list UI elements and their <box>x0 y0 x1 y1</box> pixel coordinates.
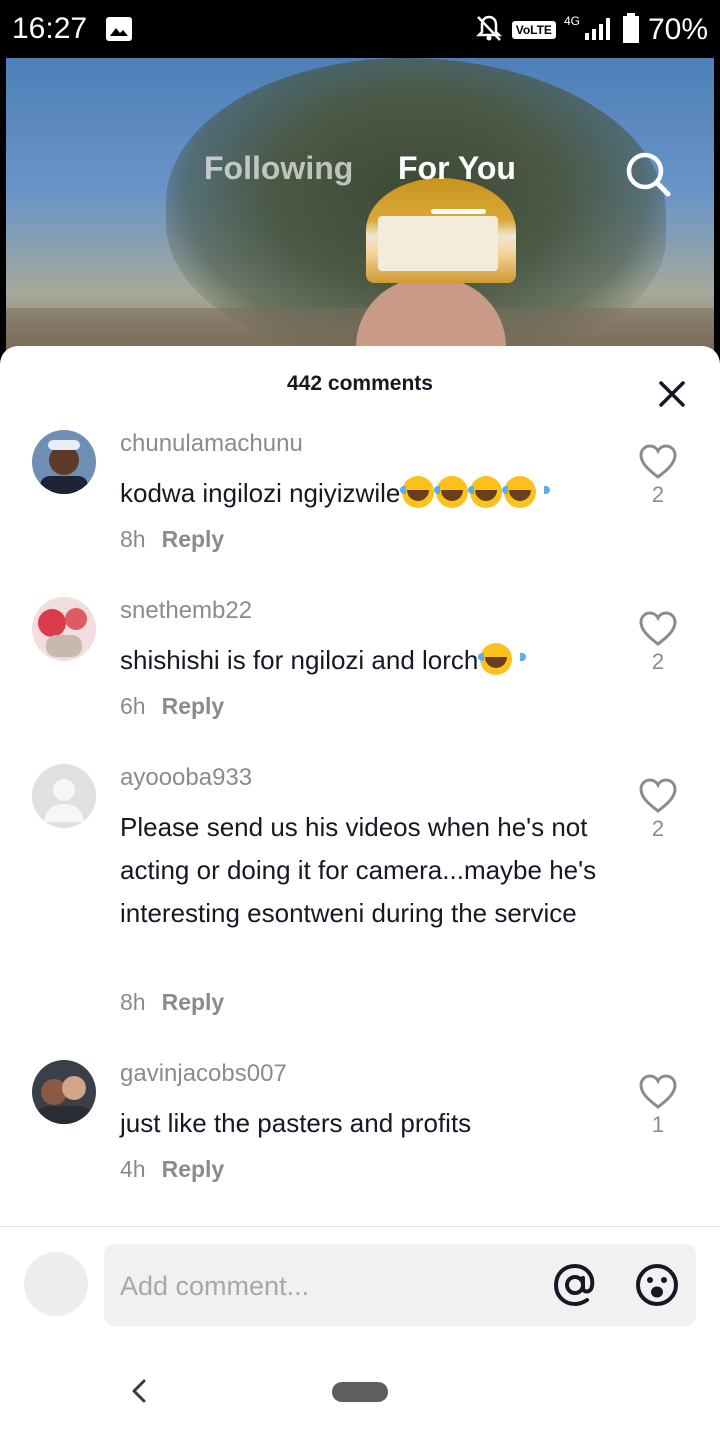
heart-icon[interactable] <box>638 442 678 482</box>
heart-icon[interactable] <box>638 609 678 649</box>
avatar[interactable] <box>32 1060 96 1124</box>
gallery-icon <box>106 17 132 41</box>
avatar[interactable] <box>32 430 96 494</box>
comment-text: Please send us his videos when he's not … <box>120 812 597 928</box>
status-time: 16:27 <box>12 12 88 45</box>
close-icon[interactable] <box>656 378 688 410</box>
emoji-icon[interactable] <box>634 1262 680 1308</box>
feed-tabs: Following For You <box>6 150 714 214</box>
comment-meta: 4h Reply <box>120 1156 224 1183</box>
comment-text: just like the pasters and profits <box>120 1108 472 1138</box>
laughing-emoji-icon <box>502 476 551 508</box>
reply-button[interactable]: Reply <box>162 693 225 719</box>
comment-input[interactable] <box>120 1266 520 1306</box>
reply-button[interactable]: Reply <box>162 526 225 552</box>
comments-sheet: 442 comments chunulamachunu kodwa ingilo… <box>0 346 720 1440</box>
like-count: 2 <box>651 649 665 674</box>
heart-icon[interactable] <box>638 1072 678 1112</box>
avatar[interactable] <box>32 597 96 661</box>
comment-username[interactable]: gavinjacobs007 <box>120 1060 287 1088</box>
like-count: 1 <box>651 1112 665 1137</box>
tab-for-you[interactable]: For You <box>398 150 516 187</box>
laughing-emoji-icon <box>478 643 527 675</box>
comment-username[interactable]: ayoooba933 <box>120 764 252 792</box>
comments-count-title: 442 comments <box>287 372 433 395</box>
network-type: 4G <box>563 14 580 28</box>
comment-time: 4h <box>120 1156 146 1182</box>
like-count: 2 <box>651 816 665 841</box>
avatar[interactable] <box>32 764 96 828</box>
comment-time: 8h <box>120 989 146 1015</box>
comment-meta: 6h Reply <box>120 693 224 720</box>
comment-username[interactable]: chunulamachunu <box>120 430 303 458</box>
my-avatar <box>24 1252 88 1316</box>
comment-meta: 8h Reply <box>120 989 224 1016</box>
comment-time: 8h <box>120 526 146 552</box>
comment-username[interactable]: snethemb22 <box>120 597 252 625</box>
status-bar: 16:27 VoLTE 4G 70% <box>0 0 720 58</box>
volte-badge: VoLTE <box>511 21 556 39</box>
comment-text: shishishi is for ngilozi and lorch <box>120 639 620 682</box>
laughing-emoji-icon <box>434 476 483 508</box>
like-count: 2 <box>651 482 665 507</box>
comment-time: 6h <box>120 693 146 719</box>
comment-text-body: kodwa ingilozi ngiyizwile <box>120 478 401 508</box>
comment-input-box[interactable] <box>104 1244 696 1326</box>
comment-text: kodwa ingilozi ngiyizwile <box>120 472 620 515</box>
laughing-emoji-icon <box>468 476 517 508</box>
search-icon[interactable] <box>624 150 672 198</box>
tab-following[interactable]: Following <box>204 150 353 187</box>
mute-bell-icon <box>474 13 504 48</box>
heart-icon[interactable] <box>638 776 678 816</box>
input-divider <box>0 1226 720 1227</box>
comment-meta: 8h Reply <box>120 526 224 553</box>
home-pill-icon[interactable] <box>332 1382 388 1402</box>
video-hat-detail <box>378 216 498 271</box>
laughing-emoji-icon <box>400 476 449 508</box>
status-icons: VoLTE 4G 70% <box>474 10 708 50</box>
tab-active-indicator <box>431 209 486 214</box>
battery-icon <box>622 12 640 48</box>
reply-button[interactable]: Reply <box>162 989 225 1015</box>
video-preview[interactable]: Following For You <box>6 58 714 358</box>
reply-button[interactable]: Reply <box>162 1156 225 1182</box>
at-icon[interactable] <box>552 1262 598 1308</box>
battery-percent: 70% <box>647 13 708 46</box>
back-icon[interactable] <box>126 1376 152 1406</box>
signal-icon <box>584 15 614 46</box>
comment-text-body: shishishi is for ngilozi and lorch <box>120 645 479 675</box>
